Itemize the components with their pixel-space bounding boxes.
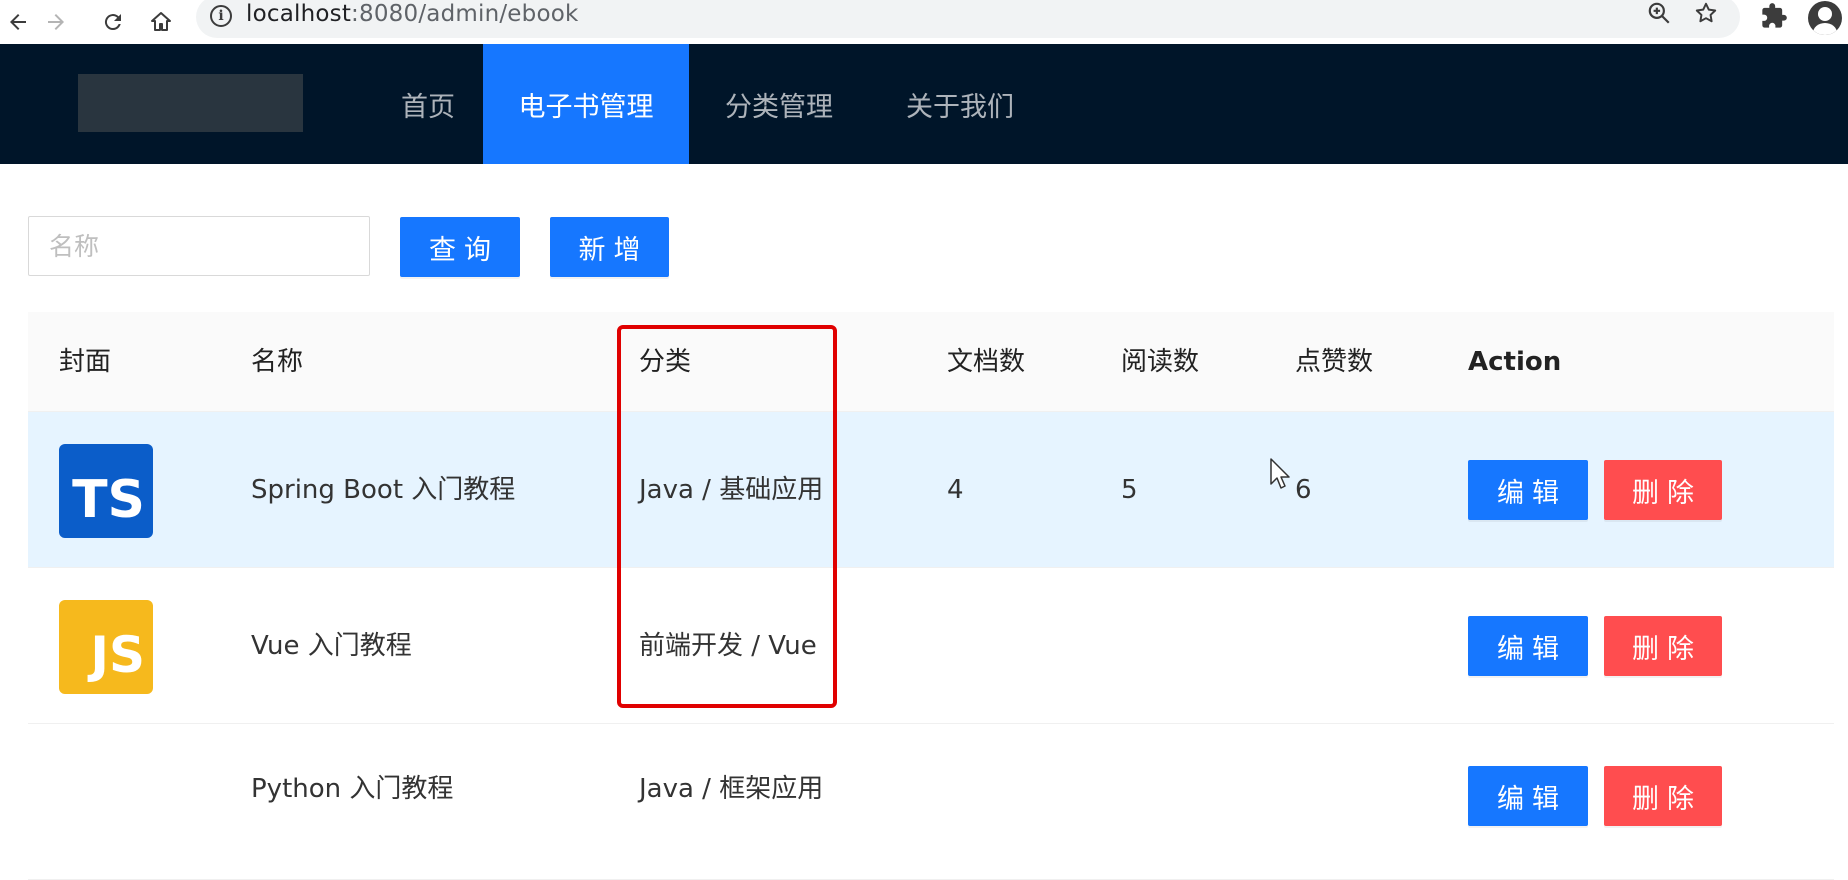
url-text[interactable]: localhost:8080/admin/ebook xyxy=(246,1,579,27)
table-row[interactable]: TS Spring Boot 入门教程 Java / 基础应用 4 5 6 编辑… xyxy=(28,412,1834,568)
table-row[interactable]: JS Vue 入门教程 前端开发 / Vue 编辑 删除 xyxy=(28,568,1834,724)
table-row[interactable]: Python 入门教程 Java / 框架应用 编辑 删除 xyxy=(28,724,1834,880)
column-header-action: Action xyxy=(1468,347,1562,377)
bookmark-star-icon[interactable] xyxy=(1693,0,1719,33)
doc-count: 4 xyxy=(947,475,964,505)
url-path: :8080/admin/ebook xyxy=(351,1,579,27)
column-header-view-count: 阅读数 xyxy=(1121,347,1200,377)
add-button[interactable]: 新增 xyxy=(550,217,669,277)
edit-button[interactable]: 编辑 xyxy=(1468,460,1588,520)
zoom-icon[interactable] xyxy=(1646,0,1672,33)
menu-item-ebook-management[interactable]: 电子书管理 xyxy=(483,44,689,164)
delete-button[interactable]: 删除 xyxy=(1604,766,1722,826)
view-count: 5 xyxy=(1121,475,1138,505)
extensions-puzzle-icon[interactable] xyxy=(1760,2,1788,37)
address-bar[interactable]: i localhost:8080/admin/ebook xyxy=(196,0,1740,38)
url-host: localhost xyxy=(246,1,352,27)
ebook-name: Python 入门教程 xyxy=(251,774,454,804)
reload-icon[interactable] xyxy=(95,4,131,40)
ebook-category: 前端开发 / Vue xyxy=(639,631,817,661)
menu-item-home[interactable]: 首页 xyxy=(370,44,486,164)
app-header: 首页 电子书管理 分类管理 关于我们 xyxy=(0,44,1848,164)
profile-avatar-icon[interactable] xyxy=(1808,1,1842,35)
column-header-cover: 封面 xyxy=(59,347,112,377)
ebook-name: Vue 入门教程 xyxy=(251,631,412,661)
ebook-category: Java / 基础应用 xyxy=(639,475,824,505)
mouse-cursor-icon xyxy=(1270,458,1290,489)
ebook-category: Java / 框架应用 xyxy=(639,774,824,804)
column-header-vote-count: 点赞数 xyxy=(1295,347,1374,377)
menu-item-category-management[interactable]: 分类管理 xyxy=(710,44,848,164)
name-search-input[interactable] xyxy=(28,216,370,276)
table-header: 封面 名称 分类 文档数 阅读数 点赞数 Action xyxy=(28,312,1834,412)
vote-count: 6 xyxy=(1295,475,1312,505)
edit-button[interactable]: 编辑 xyxy=(1468,766,1588,826)
edit-button[interactable]: 编辑 xyxy=(1468,616,1588,676)
cover-image-typescript-icon: TS xyxy=(59,444,153,538)
browser-toolbar: i localhost:8080/admin/ebook xyxy=(0,0,1848,44)
home-icon[interactable] xyxy=(143,4,179,40)
back-arrow-icon[interactable] xyxy=(0,4,36,40)
delete-button[interactable]: 删除 xyxy=(1604,460,1722,520)
column-header-name: 名称 xyxy=(251,347,304,377)
query-button[interactable]: 查询 xyxy=(400,217,520,277)
column-header-category: 分类 xyxy=(639,347,692,377)
cover-image-javascript-icon: JS xyxy=(59,600,153,694)
delete-button[interactable]: 删除 xyxy=(1604,616,1722,676)
logo xyxy=(78,74,303,132)
forward-arrow-icon[interactable] xyxy=(38,4,74,40)
column-header-doc-count: 文档数 xyxy=(947,347,1026,377)
site-info-icon[interactable]: i xyxy=(210,5,232,27)
menu-item-about-us[interactable]: 关于我们 xyxy=(895,44,1025,164)
ebook-name: Spring Boot 入门教程 xyxy=(251,475,516,505)
